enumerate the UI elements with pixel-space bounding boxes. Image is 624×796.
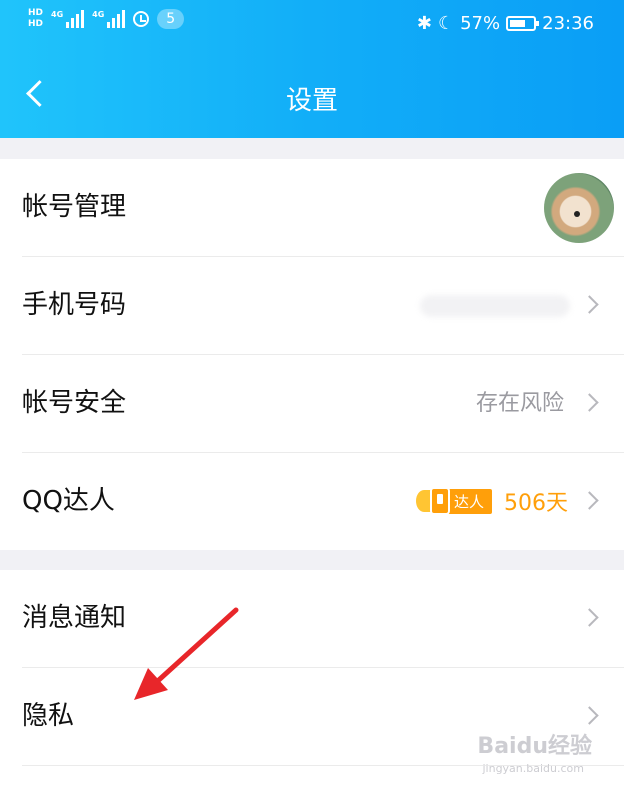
notification-count: 5 — [157, 9, 185, 29]
hd-label: HD — [28, 8, 44, 18]
network-label: 4G — [92, 10, 105, 19]
status-bar: HD HD 4G 4G 5 ✱ ☾ 57% 23:36 — [0, 0, 624, 50]
expert-days: 506天 — [504, 491, 568, 516]
battery-percent: 57% — [460, 13, 501, 34]
row-label: 帐号安全 — [22, 388, 127, 418]
qq-expert-row[interactable]: QQ达人 达人 506天 — [22, 453, 624, 550]
phone-number-row[interactable]: 手机号码 — [22, 257, 624, 355]
bluetooth-icon: ✱ — [416, 13, 432, 34]
chevron-right-icon — [580, 295, 599, 314]
alarm-icon — [133, 11, 150, 27]
blurred-phone-value — [420, 295, 570, 317]
expert-tag: 达人 — [445, 488, 492, 514]
chevron-right-icon — [580, 706, 599, 725]
message-notification-row[interactable]: 消息通知 — [22, 570, 624, 668]
avatar[interactable] — [544, 173, 614, 243]
moon-icon: ☾ — [437, 13, 455, 34]
watermark-logo: Baidu经验 — [477, 734, 592, 759]
signal-icon: 4G — [92, 10, 126, 28]
row-label: 消息通知 — [22, 603, 127, 633]
battery-icon — [506, 16, 540, 31]
row-label: 隐私 — [22, 701, 75, 731]
signal-icon: 4G — [51, 10, 85, 28]
qq-expert-badge: 达人 — [415, 487, 492, 515]
page-title: 设置 — [285, 86, 338, 116]
chevron-right-icon — [580, 491, 599, 510]
row-label: 手机号码 — [22, 290, 127, 320]
watermark-url: jingyan.baidu.com — [482, 762, 584, 775]
chevron-right-icon — [580, 393, 599, 412]
account-security-row[interactable]: 帐号安全 存在风险 — [22, 355, 624, 453]
security-status: 存在风险 — [475, 391, 564, 416]
network-label: 4G — [51, 10, 64, 19]
row-label: 帐号管理 — [22, 192, 127, 222]
account-group: 帐号管理 手机号码 帐号安全 存在风险 QQ达人 达人 506天 — [0, 159, 624, 550]
hd-indicator: HD HD — [28, 8, 43, 30]
clock: 23:36 — [542, 13, 594, 34]
top-bar: HD HD 4G 4G 5 ✱ ☾ 57% 23:36 设置 — [0, 0, 624, 138]
phone-icon — [429, 487, 450, 515]
account-management-row[interactable]: 帐号管理 — [22, 159, 624, 257]
chevron-right-icon — [580, 608, 599, 627]
row-label: QQ达人 — [22, 486, 115, 516]
hd-label: HD — [28, 19, 44, 29]
